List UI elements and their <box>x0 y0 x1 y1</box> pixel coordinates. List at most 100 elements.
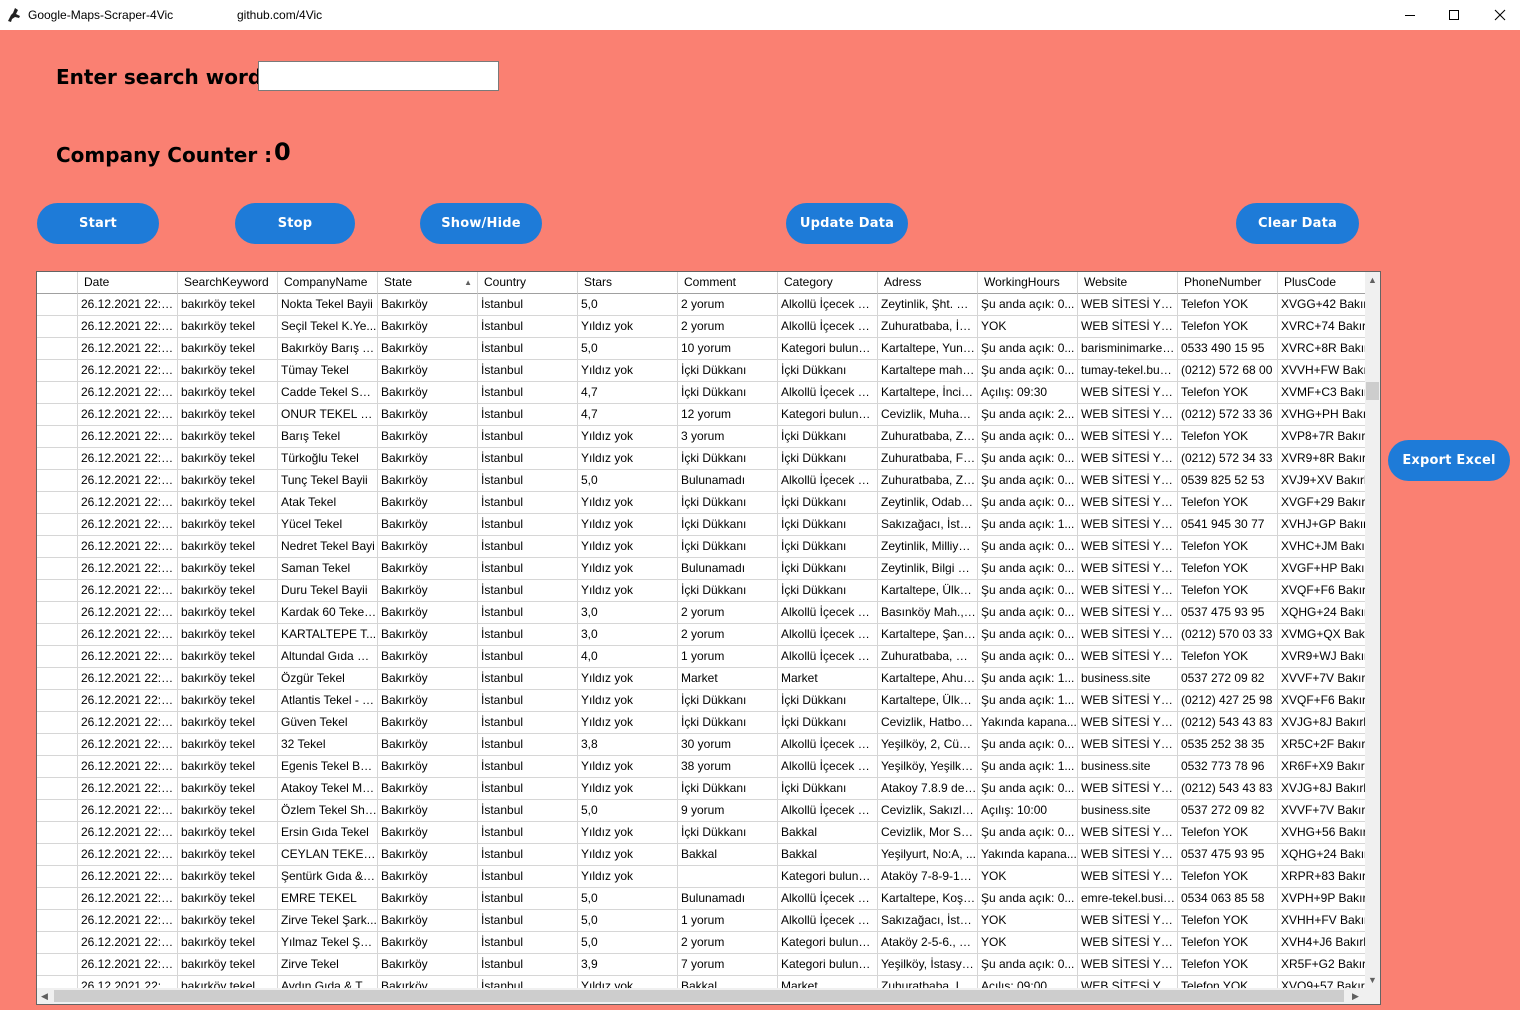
cell-workinghours[interactable]: Şu anda açık: 2... <box>978 404 1078 426</box>
cell-companyname[interactable]: Egenis Tekel Bayii <box>278 756 378 778</box>
row-header[interactable] <box>37 426 78 448</box>
cell-state[interactable]: Bakırköy <box>378 932 478 954</box>
cell-website[interactable]: business.site <box>1078 756 1178 778</box>
show-hide-button[interactable]: Show/Hide <box>420 203 542 244</box>
cell-website[interactable]: WEB SİTESİ YOK <box>1078 954 1178 976</box>
maximize-button[interactable] <box>1431 0 1477 30</box>
cell-searchkeyword[interactable]: bakırköy tekel <box>178 558 278 580</box>
cell-category[interactable]: Kategori bulunam... <box>778 338 878 360</box>
row-header[interactable] <box>37 580 78 602</box>
table-row[interactable]: 26.12.2021 22:5... bakırköy tekel Aydın Gı… <box>37 976 1365 988</box>
search-input[interactable] <box>258 61 499 91</box>
cell-phonenumber[interactable]: 0541 945 30 77 <box>1178 514 1278 536</box>
cell-workinghours[interactable]: YOK <box>978 910 1078 932</box>
cell-comment[interactable]: 2 yorum <box>678 316 778 338</box>
column-header-website[interactable]: Website <box>1078 272 1178 294</box>
cell-website[interactable]: WEB SİTESİ YOK <box>1078 426 1178 448</box>
cell-adress[interactable]: Sakızağacı, İstan... <box>878 910 978 932</box>
cell-comment[interactable]: İçki Dükkanı <box>678 536 778 558</box>
cell-date[interactable]: 26.12.2021 22:5... <box>78 624 178 646</box>
cell-searchkeyword[interactable]: bakırköy tekel <box>178 822 278 844</box>
cell-category[interactable]: İçki Dükkanı <box>778 778 878 800</box>
cell-stars[interactable]: Yıldız yok <box>578 316 678 338</box>
cell-website[interactable]: WEB SİTESİ YOK <box>1078 932 1178 954</box>
scroll-down-icon[interactable]: ▼ <box>1365 972 1380 988</box>
cell-pluscode[interactable]: XRPR+83 Bakırk <box>1278 866 1365 888</box>
cell-pluscode[interactable]: XVRC+8R Bakırk <box>1278 338 1365 360</box>
cell-adress[interactable]: Yeşilköy, 2, Cüm... <box>878 734 978 756</box>
table-row[interactable]: 26.12.2021 22:5... bakırköy tekel Atakoy T… <box>37 778 1365 800</box>
cell-country[interactable]: İstanbul <box>478 514 578 536</box>
cell-searchkeyword[interactable]: bakırköy tekel <box>178 404 278 426</box>
cell-adress[interactable]: Cevizlik, Sakızlı Y... <box>878 800 978 822</box>
table-row[interactable]: 26.12.2021 22:5... bakırköy tekel Yılmaz T… <box>37 932 1365 954</box>
table-row[interactable]: 26.12.2021 22:5... bakırköy tekel ONUR TEK… <box>37 404 1365 426</box>
cell-workinghours[interactable]: Şu anda açık: 0... <box>978 734 1078 756</box>
cell-phonenumber[interactable]: Telefon YOK <box>1178 382 1278 404</box>
cell-state[interactable]: Bakırköy <box>378 338 478 360</box>
cell-stars[interactable]: 5,0 <box>578 338 678 360</box>
cell-website[interactable]: WEB SİTESİ YOK <box>1078 646 1178 668</box>
cell-comment[interactable]: İçki Dükkanı <box>678 778 778 800</box>
cell-date[interactable]: 26.12.2021 22:5... <box>78 558 178 580</box>
cell-state[interactable]: Bakırköy <box>378 470 478 492</box>
table-row[interactable]: 26.12.2021 22:5... bakırköy tekel Cadde Te… <box>37 382 1365 404</box>
cell-stars[interactable]: 5,0 <box>578 910 678 932</box>
cell-comment[interactable]: İçki Dükkanı <box>678 580 778 602</box>
cell-date[interactable]: 26.12.2021 22:5... <box>78 866 178 888</box>
cell-pluscode[interactable]: XVVF+7V Bakırk <box>1278 668 1365 690</box>
cell-date[interactable]: 26.12.2021 22:5... <box>78 580 178 602</box>
cell-pluscode[interactable]: XVJ9+XV Bakırk <box>1278 470 1365 492</box>
cell-phonenumber[interactable]: Telefon YOK <box>1178 294 1278 316</box>
table-row[interactable]: 26.12.2021 22:5... bakırköy tekel Nokta Te… <box>37 294 1365 316</box>
cell-adress[interactable]: Kartaltepe, İncirli ... <box>878 382 978 404</box>
cell-state[interactable]: Bakırköy <box>378 536 478 558</box>
cell-phonenumber[interactable]: 0535 252 38 35 <box>1178 734 1278 756</box>
table-row[interactable]: 26.12.2021 22:5... bakırköy tekel Bakırköy… <box>37 338 1365 360</box>
column-header-adress[interactable]: Adress <box>878 272 978 294</box>
cell-comment[interactable]: 1 yorum <box>678 910 778 932</box>
cell-date[interactable]: 26.12.2021 22:5... <box>78 910 178 932</box>
cell-country[interactable]: İstanbul <box>478 712 578 734</box>
cell-phonenumber[interactable]: Telefon YOK <box>1178 316 1278 338</box>
cell-adress[interactable]: Zuhuratbaba, Zu... <box>878 470 978 492</box>
table-row[interactable]: 26.12.2021 22:5... bakırköy tekel Türkoğlu… <box>37 448 1365 470</box>
cell-state[interactable]: Bakırköy <box>378 426 478 448</box>
row-header[interactable] <box>37 954 78 976</box>
cell-date[interactable]: 26.12.2021 22:5... <box>78 382 178 404</box>
cell-country[interactable]: İstanbul <box>478 536 578 558</box>
cell-pluscode[interactable]: XVPH+9P Bakırk <box>1278 888 1365 910</box>
cell-state[interactable]: Bakırköy <box>378 690 478 712</box>
cell-date[interactable]: 26.12.2021 22:5... <box>78 470 178 492</box>
cell-state[interactable]: Bakırköy <box>378 558 478 580</box>
cell-pluscode[interactable]: XVVH+FW Bakır <box>1278 360 1365 382</box>
cell-state[interactable]: Bakırköy <box>378 382 478 404</box>
cell-country[interactable]: İstanbul <box>478 448 578 470</box>
export-excel-button[interactable]: Export Excel <box>1388 440 1510 481</box>
cell-date[interactable]: 26.12.2021 22:5... <box>78 404 178 426</box>
cell-phonenumber[interactable]: 0532 773 78 96 <box>1178 756 1278 778</box>
cell-phonenumber[interactable]: Telefon YOK <box>1178 910 1278 932</box>
cell-comment[interactable]: Bulunamadı <box>678 470 778 492</box>
cell-state[interactable]: Bakırköy <box>378 734 478 756</box>
cell-workinghours[interactable]: Şu anda açık: 0... <box>978 426 1078 448</box>
cell-phonenumber[interactable]: (0212) 572 33 36 <box>1178 404 1278 426</box>
cell-category[interactable]: Kategori bulunam... <box>778 404 878 426</box>
cell-stars[interactable]: Yıldız yok <box>578 426 678 448</box>
cell-country[interactable]: İstanbul <box>478 976 578 988</box>
cell-stars[interactable]: 5,0 <box>578 888 678 910</box>
cell-companyname[interactable]: Özgür Tekel <box>278 668 378 690</box>
cell-state[interactable]: Bakırköy <box>378 580 478 602</box>
cell-state[interactable]: Bakırköy <box>378 514 478 536</box>
cell-state[interactable]: Bakırköy <box>378 712 478 734</box>
cell-companyname[interactable]: Cadde Tekel Shop <box>278 382 378 404</box>
cell-phonenumber[interactable]: Telefon YOK <box>1178 580 1278 602</box>
cell-date[interactable]: 26.12.2021 22:5... <box>78 668 178 690</box>
cell-comment[interactable]: İçki Dükkanı <box>678 514 778 536</box>
cell-comment[interactable]: İçki Dükkanı <box>678 712 778 734</box>
table-row[interactable]: 26.12.2021 22:5... bakırköy tekel Seçil Te… <box>37 316 1365 338</box>
cell-pluscode[interactable]: XVH4+J6 Bakırk <box>1278 932 1365 954</box>
cell-companyname[interactable]: Tümay Tekel <box>278 360 378 382</box>
cell-country[interactable]: İstanbul <box>478 954 578 976</box>
cell-adress[interactable]: Cevizlik, Hatboyu... <box>878 712 978 734</box>
